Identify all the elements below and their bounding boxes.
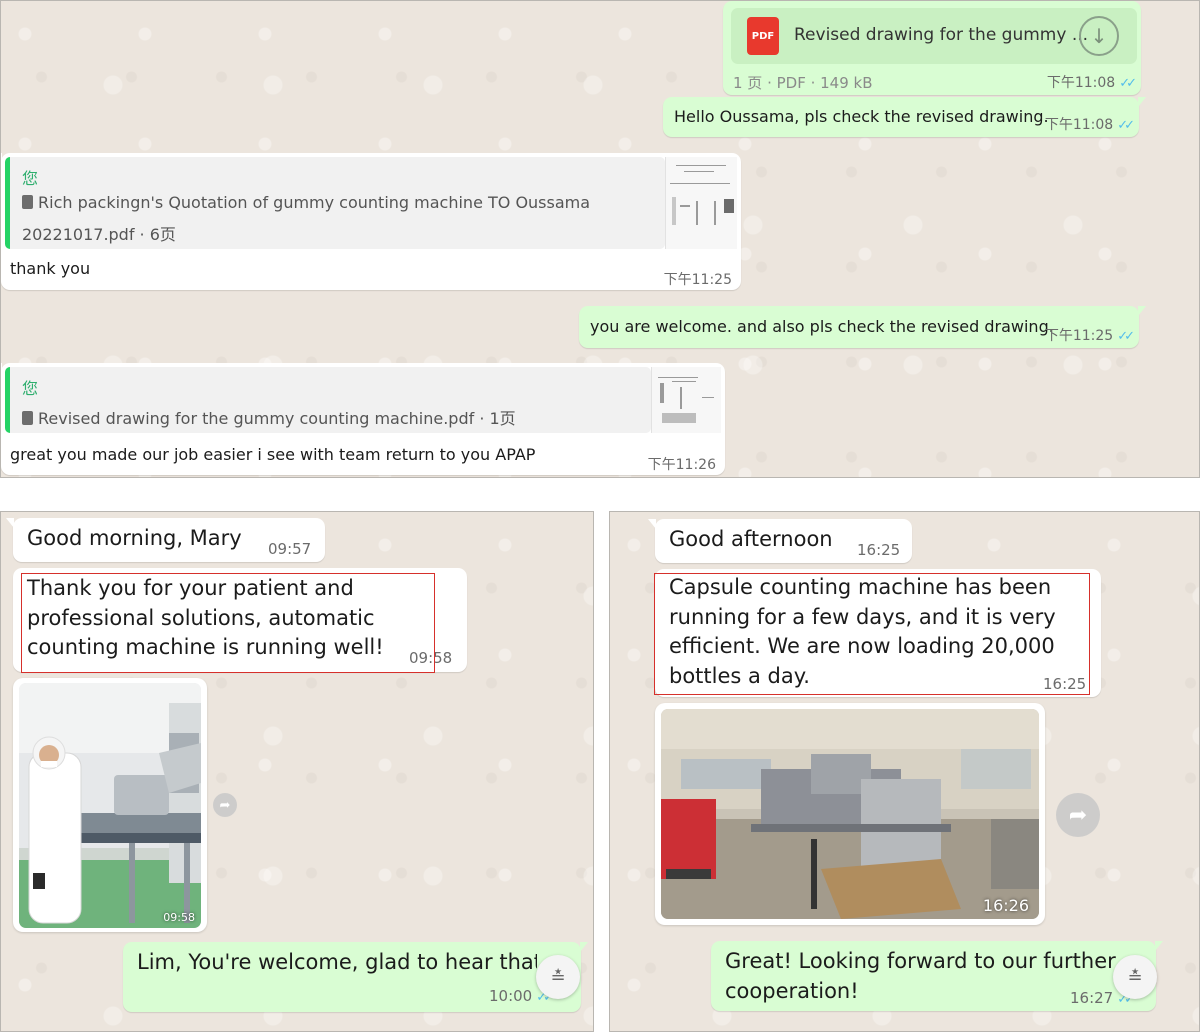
factory-photo[interactable]: 09:58 (19, 683, 201, 928)
forward-icon[interactable]: ➦ (213, 793, 237, 817)
time-text: 下午11:25 (1044, 328, 1114, 344)
time-text: 下午11:08 (1044, 117, 1114, 133)
forward-icon[interactable]: ➦ (1056, 793, 1100, 837)
message-text: thank you (10, 259, 91, 278)
download-icon[interactable]: ↓ (1079, 16, 1119, 56)
document-icon (22, 195, 33, 209)
message-time: 下午11:08 ✓✓ (1044, 114, 1135, 134)
reply-bubble[interactable]: Lim, You're welcome, glad to hear that 1… (123, 942, 588, 1012)
message-bubble-hello[interactable]: Hello Oussama, pls check the revised dra… (663, 97, 1146, 137)
message-time: 下午11:26 (647, 457, 716, 473)
photo-image (661, 709, 1039, 919)
pdf-meta: 1 页 · PDF · 149 kB (733, 74, 873, 92)
message-time: 下午11:25 (663, 272, 732, 288)
double-check-icon: ✓✓ (1119, 76, 1137, 91)
reply-bubble-drawing[interactable]: 您 Revised drawing for the gummy counting… (1, 363, 725, 475)
pdf-message-bubble[interactable]: PDF Revised drawing for the gummy ... ↓ … (723, 1, 1141, 95)
chat-panel-left: Good morning, Mary 09:57 Thank you for y… (0, 511, 594, 1032)
time-text: 下午11:08 (1046, 75, 1116, 91)
time-text: 10:00 (489, 987, 533, 1005)
factory-photo[interactable]: 16:26 (661, 709, 1039, 919)
message-time: 下午11:08 ✓✓ (1046, 72, 1137, 92)
message-time: 下午11:25 ✓✓ (1044, 325, 1135, 345)
greeting-bubble[interactable]: Good afternoon 16:25 (648, 519, 912, 563)
chat-panel-top: PDF Revised drawing for the gummy ... ↓ … (0, 0, 1200, 478)
reply-bubble-quotation[interactable]: 您 Rich packingn's Quotation of gummy cou… (1, 153, 741, 290)
chat-panel-right: Good afternoon 16:25 Capsule counting ma… (609, 511, 1200, 1032)
quote-line-1: Rich packingn's Quotation of gummy count… (38, 193, 591, 212)
quote-line-2: 20221017.pdf · 6页 (22, 225, 176, 244)
scroll-down-icon[interactable]: ≛ (1113, 955, 1157, 999)
greeting-bubble[interactable]: Good morning, Mary 09:57 (6, 518, 325, 562)
message-text: Lim, You're welcome, glad to hear that (137, 950, 537, 974)
quote-line-1: Revised drawing for the gummy counting m… (38, 409, 516, 428)
message-text: great you made our job easier i see with… (10, 445, 536, 464)
quoted-message[interactable]: 您 Revised drawing for the gummy counting… (5, 367, 651, 433)
message-bubble-welcome[interactable]: you are welcome. and also pls check the … (579, 306, 1146, 348)
photo-time: 09:58 (163, 911, 195, 924)
photo-message[interactable]: 16:26 (655, 703, 1045, 925)
quote-document-title: Revised drawing for the gummy counting m… (22, 405, 516, 429)
photo-image (19, 683, 201, 928)
highlight-box (654, 573, 1090, 695)
message-text: you are welcome. and also pls check the … (590, 317, 1054, 336)
document-thumbnail (665, 157, 737, 249)
pdf-filename: Revised drawing for the gummy ... (794, 25, 1089, 45)
document-thumbnail (651, 367, 721, 433)
message-time: 16:25 (857, 541, 901, 559)
quote-document-title: Rich packingn's Quotation of gummy count… (22, 193, 590, 212)
highlight-box (21, 573, 435, 673)
scroll-down-icon[interactable]: ≛ (536, 955, 580, 999)
message-text: Hello Oussama, pls check the revised dra… (674, 107, 1049, 126)
double-check-icon: ✓✓ (1117, 118, 1135, 133)
double-check-icon: ✓✓ (1117, 329, 1135, 344)
message-text: Great! Looking forward to our further co… (725, 949, 1116, 1003)
pdf-attachment-card[interactable]: PDF Revised drawing for the gummy ... ↓ (731, 8, 1137, 64)
pdf-icon: PDF (747, 17, 779, 55)
quote-author: 您 (22, 379, 39, 398)
message-time: 09:57 (268, 540, 312, 558)
photo-message[interactable]: 09:58 (13, 678, 207, 932)
reply-bubble[interactable]: Great! Looking forward to our further co… (711, 941, 1163, 1011)
time-text: 16:27 (1070, 989, 1114, 1007)
quoted-message[interactable]: 您 Rich packingn's Quotation of gummy cou… (5, 157, 665, 249)
document-icon (22, 411, 33, 425)
photo-time: 16:26 (982, 896, 1029, 915)
message-text: Good morning, Mary (27, 526, 242, 550)
message-text: Good afternoon (669, 527, 833, 551)
quote-author: 您 (22, 169, 39, 188)
